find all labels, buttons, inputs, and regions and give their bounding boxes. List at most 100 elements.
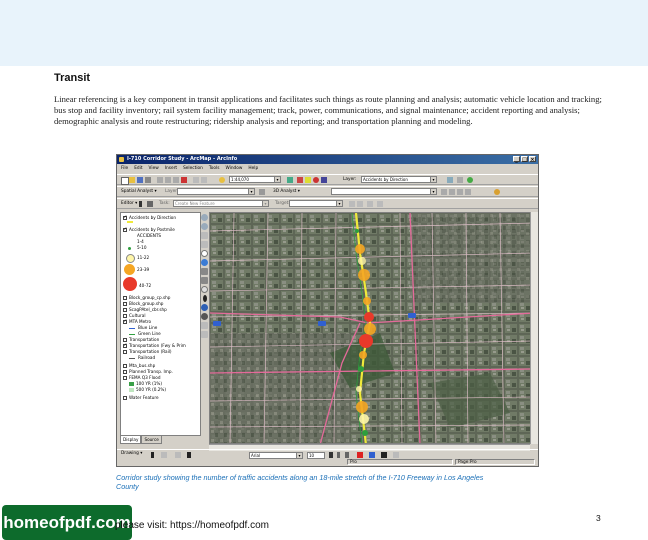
profile-icon[interactable] — [465, 189, 471, 195]
tab-source[interactable]: Source — [141, 435, 162, 444]
sketch-tool-icon[interactable] — [147, 201, 153, 207]
layer-checkbox[interactable] — [123, 314, 127, 318]
layer-checkbox[interactable] — [123, 215, 127, 221]
arccatalog-icon[interactable] — [305, 177, 311, 183]
cut-icon[interactable] — [157, 177, 163, 183]
zoom-in-icon[interactable] — [201, 214, 208, 221]
site-logo[interactable]: homeofpdf.com — [2, 505, 132, 540]
editor-toolbar-icon[interactable] — [287, 177, 293, 183]
3d-layer-combo[interactable]: ▾ — [331, 188, 437, 195]
minimize-icon[interactable]: _ — [513, 156, 520, 163]
layer-checkbox[interactable] — [123, 227, 127, 233]
task-combo[interactable]: Create New Feature ▾ — [173, 200, 269, 207]
arcmap-icon — [119, 157, 124, 162]
contour-icon[interactable] — [441, 189, 447, 195]
help-icon[interactable] — [321, 177, 327, 183]
menu-file[interactable]: File — [121, 165, 128, 173]
toc-layer-row[interactable]: Water Feature — [123, 395, 159, 401]
layer-name: Transportation (Fwy & Prim — [129, 343, 186, 348]
layer-checkbox[interactable] — [123, 370, 127, 374]
save-icon[interactable] — [137, 177, 143, 183]
layer-checkbox[interactable] — [123, 343, 127, 349]
maximize-icon[interactable]: □ — [521, 156, 528, 163]
histogram-icon[interactable] — [259, 189, 265, 195]
swipe-icon[interactable] — [457, 177, 463, 183]
map-canvas — [210, 213, 532, 443]
layer-checkbox[interactable] — [123, 319, 127, 325]
layer-combo[interactable]: Accidents by Direction ▾ — [361, 176, 437, 183]
layer-checkbox[interactable] — [123, 396, 127, 400]
menu-help[interactable]: Help — [248, 165, 258, 173]
page-number: 3 — [596, 513, 601, 523]
3d-analyst-menu[interactable]: 3D Analyst ▾ — [273, 188, 300, 196]
delete-icon[interactable] — [181, 177, 187, 183]
tab-display[interactable]: Display — [120, 435, 142, 444]
fixed-zoom-out-icon[interactable] — [201, 241, 208, 248]
menu-insert[interactable]: Insert — [165, 165, 177, 173]
steepest-path-icon[interactable] — [449, 189, 455, 195]
find-icon[interactable] — [201, 313, 208, 320]
copy-icon[interactable] — [165, 177, 171, 183]
map-view[interactable] — [209, 212, 533, 444]
rotate-tool-icon[interactable] — [357, 201, 363, 207]
layer-checkbox[interactable] — [123, 308, 127, 312]
promo-text[interactable]: please visit: https://homeofpdf.com — [115, 520, 269, 531]
legend-class-label: 23-39 — [137, 267, 150, 272]
drawing-menu[interactable]: Drawing ▾ — [121, 450, 142, 458]
fixed-zoom-in-icon[interactable] — [201, 232, 208, 239]
layer-checkbox[interactable] — [123, 302, 127, 306]
attributes-icon[interactable] — [367, 201, 373, 207]
status-page: Page:Pro — [455, 459, 535, 465]
identify-icon[interactable] — [201, 304, 208, 311]
measure-icon[interactable] — [201, 322, 208, 329]
hyperlink-icon[interactable] — [201, 331, 208, 338]
redo-icon[interactable] — [201, 177, 207, 183]
green-line-symbol — [129, 333, 135, 335]
arctoolbox-icon[interactable] — [297, 177, 303, 183]
layer-checkbox[interactable] — [123, 296, 127, 300]
arcmap-screenshot: I-710 Corridor Study - ArcMap - ArcInfo … — [116, 154, 539, 467]
scale-combo[interactable]: 1:44,070 ▾ — [229, 176, 281, 183]
paste-icon[interactable] — [173, 177, 179, 183]
editor-menu[interactable]: Editor ▾ — [121, 200, 137, 208]
full-extent-icon[interactable] — [201, 259, 208, 266]
pan-icon[interactable] — [201, 250, 208, 257]
analyst-layer-combo[interactable]: ▾ — [177, 188, 255, 195]
select-features-icon[interactable] — [201, 286, 208, 293]
legend-fill-label: 100 YR (1%) — [136, 381, 163, 386]
effects-icon[interactable] — [447, 177, 453, 183]
spatial-analyst-menu[interactable]: Spatial Analyst ▾ — [121, 188, 157, 196]
open-icon[interactable] — [129, 177, 135, 183]
split-tool-icon[interactable] — [349, 201, 355, 207]
arcscene-icon[interactable] — [494, 189, 500, 195]
back-extent-icon[interactable] — [201, 268, 208, 275]
layer-checkbox[interactable] — [123, 364, 127, 368]
legend-class-label: 5-10 — [137, 245, 147, 250]
menu-window[interactable]: Window — [225, 165, 242, 173]
flicker-icon[interactable] — [467, 177, 473, 183]
print-icon[interactable] — [145, 177, 151, 183]
menu-tools[interactable]: Tools — [209, 165, 220, 173]
menu-view[interactable]: View — [149, 165, 159, 173]
add-data-icon[interactable] — [219, 177, 225, 183]
legend-dot-symbol — [128, 247, 131, 250]
layer-checkbox[interactable] — [123, 376, 127, 380]
forward-extent-icon[interactable] — [201, 277, 208, 284]
legend-circle-symbol — [126, 254, 135, 263]
layer-checkbox[interactable] — [123, 350, 127, 354]
line-of-sight-icon[interactable] — [457, 189, 463, 195]
edit-tool-icon[interactable] — [139, 201, 142, 207]
new-icon[interactable] — [121, 177, 129, 185]
model-icon[interactable] — [313, 177, 319, 183]
menu-selection[interactable]: Selection — [183, 165, 203, 173]
zoom-out-icon[interactable] — [201, 223, 208, 230]
target-combo[interactable]: ▾ — [289, 200, 343, 207]
close-icon[interactable]: × — [529, 156, 536, 163]
layer-checkbox[interactable] — [123, 338, 127, 342]
sketch-properties-icon[interactable] — [377, 201, 383, 207]
layer-name: Transportation (Rail) — [129, 349, 172, 354]
undo-icon[interactable] — [193, 177, 199, 183]
map-vertical-scrollbar[interactable] — [530, 212, 538, 444]
menu-edit[interactable]: Edit — [134, 165, 142, 173]
select-elements-icon[interactable] — [203, 295, 207, 302]
